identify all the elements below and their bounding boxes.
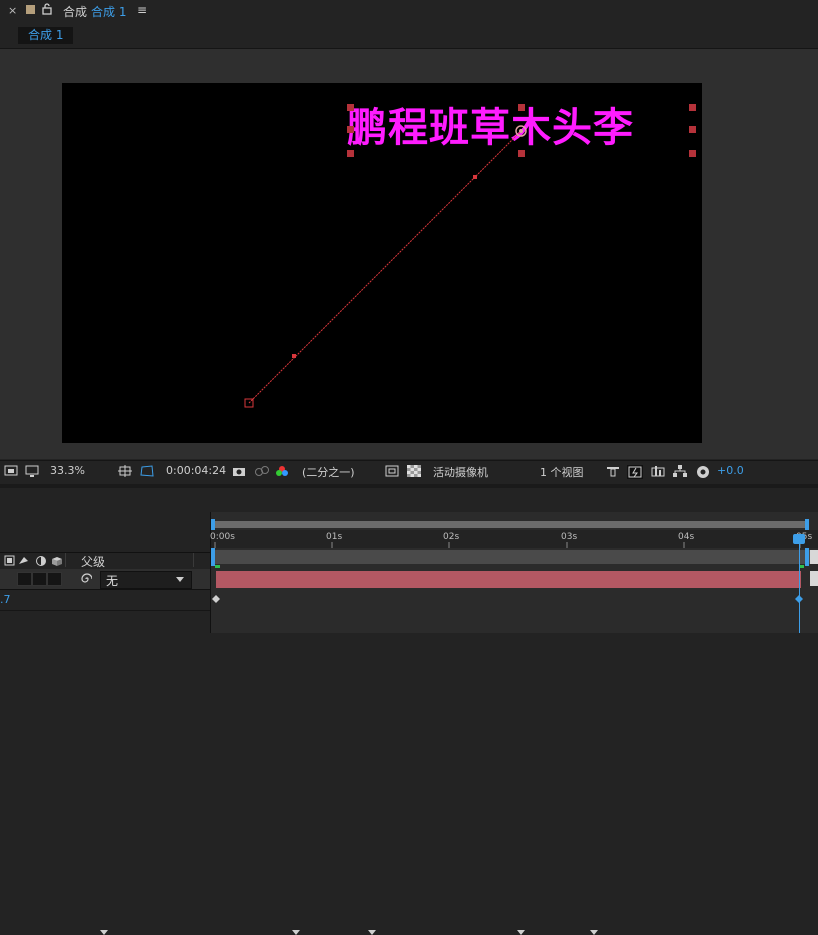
- work-area-end-handle[interactable]: [805, 519, 809, 530]
- parent-column-header[interactable]: 父级: [81, 553, 105, 570]
- ruler-label: 02s: [443, 532, 460, 542]
- views-dropdown-icon[interactable]: [590, 930, 598, 935]
- ruler-label: 01s: [326, 532, 343, 542]
- transparency-grid-icon[interactable]: [407, 465, 421, 477]
- viewer-toolbar: 33.3% 0:00:04:24 (二分之一) 活动摄像机 1 个视图 +0.0: [0, 460, 818, 935]
- layer-switch-box[interactable]: [32, 572, 47, 586]
- timeline-toggle-icon[interactable]: [651, 465, 665, 477]
- timeline-tab-strip: [0, 484, 818, 488]
- keyframes: [212, 595, 803, 603]
- resolution-select[interactable]: (二分之一): [302, 464, 355, 480]
- resolution-dropdown-icon[interactable]: [368, 930, 376, 935]
- right-scroll-handle[interactable]: [810, 571, 818, 586]
- toggle-pixel-aspect-icon[interactable]: [606, 465, 620, 477]
- region-of-interest-icon[interactable]: [385, 465, 399, 477]
- flowchart-icon[interactable]: [673, 465, 687, 477]
- motion-path-line: [248, 130, 522, 404]
- motion-path-dot: [473, 175, 477, 179]
- fast-previews-icon[interactable]: [627, 465, 643, 479]
- property-value[interactable]: .7: [0, 593, 11, 606]
- current-time-indicator-head[interactable]: [793, 534, 805, 544]
- snapshot-camera-icon[interactable]: [232, 465, 246, 477]
- work-area-bar[interactable]: [213, 521, 807, 528]
- channel-rgb-icon[interactable]: [275, 465, 289, 477]
- channel-dropdown-icon[interactable]: [292, 930, 300, 935]
- comp-bar: [211, 550, 811, 564]
- parent-dropdown-icon[interactable]: [176, 577, 184, 582]
- work-area-start-handle[interactable]: [211, 519, 215, 530]
- ruler-label: 0:00s: [210, 532, 235, 542]
- render-bar-start: [215, 565, 220, 568]
- camera-select[interactable]: 活动摄像机: [433, 464, 488, 480]
- comp-bar-start-handle[interactable]: [211, 548, 215, 566]
- views-select[interactable]: 1 个视图: [540, 464, 584, 480]
- show-snapshot-icon[interactable]: [254, 465, 270, 477]
- zoom-value[interactable]: 33.3%: [50, 464, 85, 477]
- transparency-grid-mask-icon[interactable]: [140, 465, 154, 477]
- layer-duration-bar[interactable]: [216, 571, 801, 588]
- timecode[interactable]: 0:00:04:24: [166, 464, 226, 477]
- ruler-label: 04s: [678, 532, 695, 542]
- keyframe-diamond-icon: [212, 595, 220, 603]
- safe-zones-icon[interactable]: [118, 465, 132, 477]
- ruler-label: 03s: [561, 532, 578, 542]
- camera-dropdown-icon[interactable]: [517, 930, 525, 935]
- motion-path-dot: [292, 354, 296, 358]
- exposure-value[interactable]: +0.0: [717, 464, 744, 477]
- current-time-indicator-line[interactable]: [799, 535, 800, 633]
- ruler-ticks: [214, 542, 801, 548]
- property-row: [0, 590, 210, 611]
- monitor-icon[interactable]: [25, 465, 39, 477]
- layer-switch-box[interactable]: [47, 572, 62, 586]
- comp-bar-end-handle[interactable]: [805, 548, 809, 566]
- parent-select-value: 无: [106, 574, 119, 588]
- right-scroll-handle[interactable]: [810, 550, 818, 564]
- av-feature-switches-icons[interactable]: [4, 555, 64, 567]
- layer-switch-box[interactable]: [17, 572, 32, 586]
- always-preview-icon[interactable]: [4, 465, 18, 477]
- zoom-dropdown-icon[interactable]: [100, 930, 108, 935]
- parent-pickwhip-icon[interactable]: [80, 573, 92, 585]
- exposure-reset-icon[interactable]: [696, 465, 710, 479]
